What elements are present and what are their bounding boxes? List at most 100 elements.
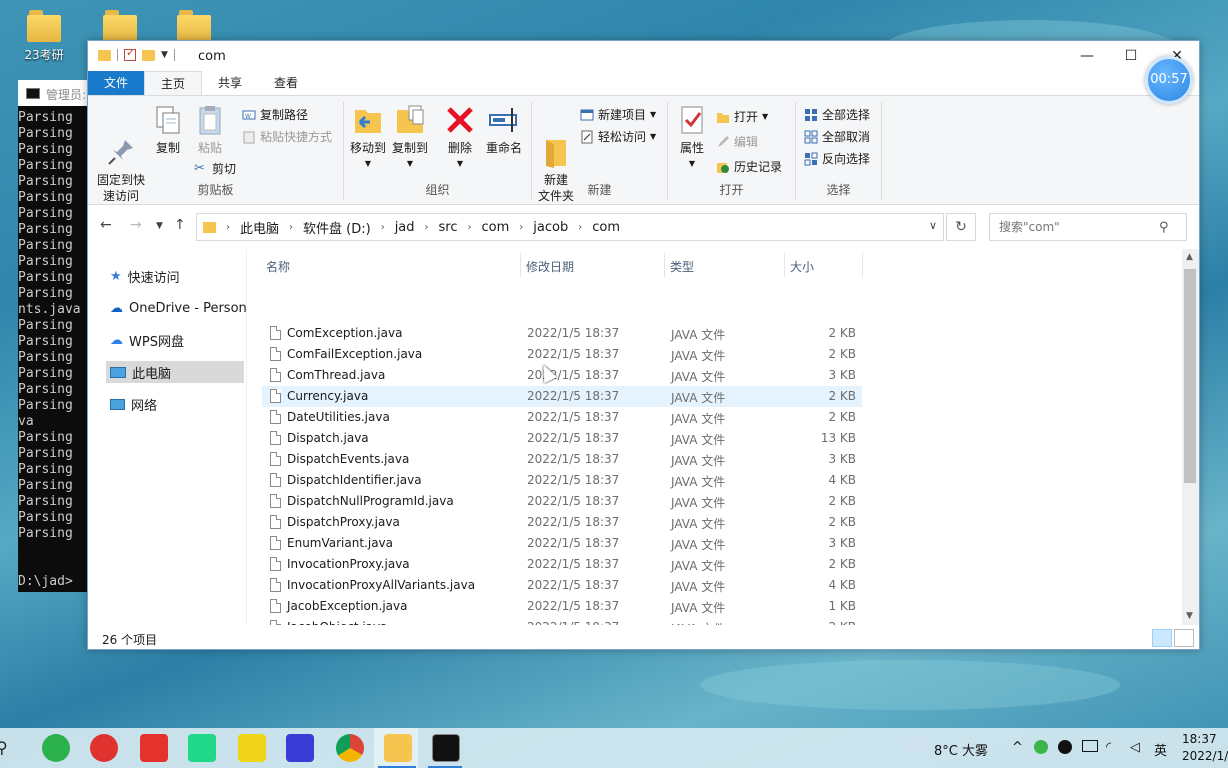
breadcrumb-item[interactable]: src xyxy=(433,220,464,235)
youdao-icon[interactable] xyxy=(140,734,168,762)
qq-icon[interactable] xyxy=(1058,740,1072,754)
title-bar[interactable]: ▼ com — ☐ ✕ xyxy=(88,41,1199,71)
back-button[interactable]: ← xyxy=(100,217,112,233)
intellij-idea-icon[interactable] xyxy=(286,734,314,762)
breadcrumb-item[interactable]: jacob xyxy=(527,220,574,235)
scroll-down-icon[interactable]: ▼ xyxy=(1186,611,1193,621)
cut-button[interactable]: ✂ 剪切 xyxy=(194,160,236,177)
forward-button[interactable]: → xyxy=(130,217,142,233)
console-window[interactable]: 管理员: Parsing Parsing Parsing Parsing Par… xyxy=(18,80,98,592)
breadcrumb-item[interactable]: 此电脑 xyxy=(234,218,285,237)
new-folder-icon[interactable] xyxy=(142,49,155,61)
easy-access-button[interactable]: 轻松访问 ▼ xyxy=(580,128,656,145)
weather-text[interactable]: 8°C 大雾 xyxy=(934,740,988,759)
select-all-button[interactable]: 全部选择 xyxy=(804,106,870,123)
tab-view[interactable]: 查看 xyxy=(258,71,314,95)
vertical-scrollbar[interactable]: ▲ ▼ xyxy=(1182,249,1199,625)
nav-item-network[interactable]: 网络 xyxy=(110,393,246,415)
file-row[interactable]: EnumVariant.java 2022/1/5 18:37 JAVA 文件 3 K… xyxy=(262,533,862,554)
column-header-date[interactable]: 修改日期 xyxy=(520,253,662,281)
tab-file[interactable]: 文件 xyxy=(88,71,145,95)
properties-button[interactable]: 属性 ▼ xyxy=(674,104,710,172)
move-to-button[interactable]: 移动到 ▼ xyxy=(348,104,388,172)
nav-item-this-pc[interactable]: 此电脑 xyxy=(106,361,244,383)
paste-button[interactable]: 粘贴 xyxy=(192,104,228,156)
delete-button[interactable]: 删除 ▼ xyxy=(442,104,478,172)
input-method-indicator[interactable]: 英 xyxy=(1154,740,1167,759)
file-row[interactable]: JacobException.java 2022/1/5 18:37 JAVA 文件… xyxy=(262,596,862,617)
file-row[interactable]: Currency.java 2022/1/5 18:37 JAVA 文件 2 KB xyxy=(262,386,862,407)
file-explorer-window[interactable]: ▼ com — ☐ ✕ 文件 主页 共享 查看 固定到快 速访问 复制 xyxy=(87,40,1200,650)
console-titlebar[interactable]: 管理员: xyxy=(18,80,98,106)
file-row[interactable]: DateUtilities.java 2022/1/5 18:37 JAVA 文件 2… xyxy=(262,407,862,428)
large-icons-view-button[interactable] xyxy=(1174,629,1194,647)
column-divider[interactable] xyxy=(862,253,863,277)
pycharm-icon[interactable] xyxy=(188,734,216,762)
address-bar[interactable]: › 此电脑 › 软件盘 (D:) › jad › src › com › jac… xyxy=(196,213,944,241)
nav-item-onedrive[interactable]: ☁ OneDrive - Personal xyxy=(110,297,246,319)
qat-dropdown-icon[interactable]: ▼ xyxy=(161,50,168,60)
up-button[interactable]: ↑ xyxy=(174,217,186,233)
tab-home[interactable]: 主页 xyxy=(144,71,203,95)
chrome-icon[interactable] xyxy=(336,734,364,762)
column-header-type[interactable]: 类型 xyxy=(664,253,782,281)
download-manager-icon[interactable] xyxy=(42,734,70,762)
file-row[interactable]: JacobObject.java 2022/1/5 18:37 JAVA 文件 2 K… xyxy=(262,617,862,625)
breadcrumb-item[interactable]: jad xyxy=(389,220,421,235)
minimize-button[interactable]: — xyxy=(1064,45,1110,69)
wechat-icon[interactable] xyxy=(1034,740,1048,754)
file-row[interactable]: InvocationProxy.java 2022/1/5 18:37 JAVA 文… xyxy=(262,554,862,575)
battery-icon[interactable] xyxy=(1082,740,1098,752)
refresh-button[interactable]: ↻ xyxy=(946,213,976,241)
file-row[interactable]: DispatchProxy.java 2022/1/5 18:37 JAVA 文件 2… xyxy=(262,512,862,533)
netease-music-icon[interactable] xyxy=(90,734,118,762)
file-explorer-icon[interactable] xyxy=(384,734,412,762)
select-none-button[interactable]: 全部取消 xyxy=(804,128,870,145)
wifi-icon[interactable]: ◜ xyxy=(1106,740,1111,755)
search-box[interactable]: ⚲ xyxy=(989,213,1187,241)
details-view-button[interactable] xyxy=(1152,629,1172,647)
scroll-up-icon[interactable]: ▲ xyxy=(1186,252,1193,262)
volume-icon[interactable]: ◁ xyxy=(1130,740,1140,755)
search-icon[interactable]: ⚲ xyxy=(1159,220,1169,235)
maximize-button[interactable]: ☐ xyxy=(1108,45,1154,69)
breadcrumb-item[interactable]: com xyxy=(586,220,626,235)
new-item-button[interactable]: 新建项目 ▼ xyxy=(580,106,656,123)
tab-share[interactable]: 共享 xyxy=(202,71,258,95)
file-list[interactable]: ^ 名称 修改日期 类型 大小 ComException.java 2022/1/… xyxy=(260,249,1180,625)
tray-expand-icon[interactable]: ^ xyxy=(1012,740,1023,755)
copy-button[interactable]: 复制 xyxy=(150,104,186,156)
copy-to-button[interactable]: 复制到 ▼ xyxy=(390,104,430,172)
file-row[interactable]: ComException.java 2022/1/5 18:37 JAVA 文件 2 … xyxy=(262,323,862,344)
rename-button[interactable]: 重命名 xyxy=(482,104,526,156)
address-dropdown-icon[interactable]: ∨ xyxy=(929,219,937,232)
nav-item-wps-drive[interactable]: ☁ WPS网盘 xyxy=(110,329,246,351)
file-row[interactable]: DispatchIdentifier.java 2022/1/5 18:37 JAV… xyxy=(262,470,862,491)
pane-divider[interactable] xyxy=(246,249,247,625)
scrollbar-thumb[interactable] xyxy=(1184,269,1196,483)
file-row[interactable]: Dispatch.java 2022/1/5 18:37 JAVA 文件 13 KB xyxy=(262,428,862,449)
file-row[interactable]: ComThread.java 2022/1/5 18:37 JAVA 文件 3 KB xyxy=(262,365,862,386)
recording-timer[interactable]: 00:57 xyxy=(1145,56,1193,104)
phpstorm-icon[interactable] xyxy=(238,734,266,762)
file-row[interactable]: DispatchEvents.java 2022/1/5 18:37 JAVA 文件… xyxy=(262,449,862,470)
paste-shortcut-button[interactable]: 粘贴快捷方式 xyxy=(242,128,332,145)
edit-button[interactable]: 编辑 xyxy=(716,133,758,150)
desktop-icon-folder[interactable]: 23考研 xyxy=(16,10,72,63)
copy-path-button[interactable]: W 复制路径 xyxy=(242,106,308,123)
breadcrumb-item[interactable]: com xyxy=(476,220,516,235)
breadcrumb-item[interactable]: 软件盘 (D:) xyxy=(297,218,377,237)
properties-check-icon[interactable] xyxy=(124,46,136,61)
invert-selection-button[interactable]: 反向选择 xyxy=(804,150,870,167)
system-clock[interactable]: 18:37 2022/1/ xyxy=(1182,731,1228,765)
command-prompt-icon[interactable] xyxy=(432,734,460,762)
file-row[interactable]: InvocationProxyAllVariants.java 2022/1/5 … xyxy=(262,575,862,596)
file-row[interactable]: DispatchNullProgramId.java 2022/1/5 18:37… xyxy=(262,491,862,512)
search-input[interactable] xyxy=(999,220,1159,234)
history-button[interactable]: 历史记录 xyxy=(716,158,782,175)
nav-item-quick-access[interactable]: ★ 快速访问 xyxy=(110,265,246,287)
file-row[interactable]: ComFailException.java 2022/1/5 18:37 JAVA … xyxy=(262,344,862,365)
column-header-size[interactable]: 大小 xyxy=(784,253,862,281)
search-icon[interactable]: ⚲ xyxy=(0,738,8,757)
open-button[interactable]: 打开 ▼ xyxy=(716,108,768,125)
